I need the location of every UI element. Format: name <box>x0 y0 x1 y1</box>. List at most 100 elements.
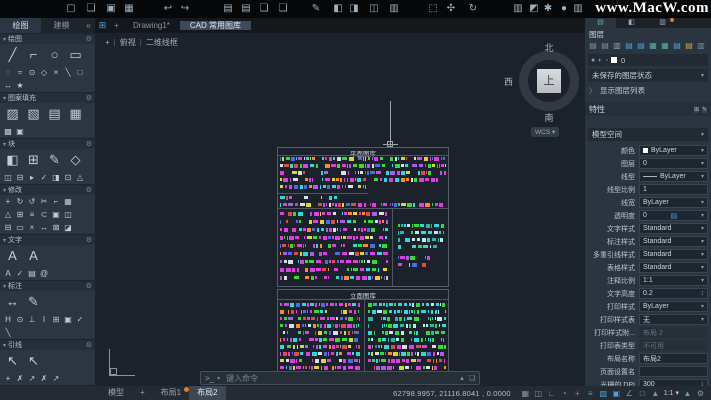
viewport-control-1[interactable]: + <box>105 38 110 47</box>
property-value[interactable]: 1 <box>639 184 708 195</box>
revcloud-tool-icon[interactable]: ★ <box>14 79 26 92</box>
section-header-绘图[interactable]: ▾绘图⚙ <box>0 33 95 44</box>
collect-leader-icon[interactable]: ✗ <box>38 372 50 385</box>
chevron-down-icon[interactable]: ▾ <box>701 160 704 167</box>
layout-tab-布局1[interactable]: 布局1 <box>153 386 189 400</box>
xref-attach-icon[interactable]: ◨ <box>346 1 362 17</box>
hatch-pattern-icon[interactable]: ▧ <box>23 103 44 125</box>
ortho-icon[interactable]: ∟ <box>545 389 558 398</box>
text-align-icon[interactable]: ▤ <box>26 267 38 280</box>
left-panel-tab-1[interactable]: 绘图 <box>0 18 41 33</box>
hatch-settings-icon[interactable]: ▣ <box>14 125 26 138</box>
overkill-tool-icon[interactable]: ◪ <box>62 221 74 234</box>
show-layer-list-row[interactable]: 〉显示图层列表 <box>589 85 645 96</box>
single-text-tool-icon[interactable]: A <box>23 245 44 267</box>
space-selector-dropdown[interactable]: 模型空间 ▾ <box>588 128 708 141</box>
point-tool-icon[interactable]: × <box>50 66 62 79</box>
property-value[interactable] <box>639 366 708 377</box>
zoom-window-icon[interactable]: ⬚ <box>425 1 441 17</box>
chevron-down-icon[interactable]: ▾ <box>701 277 704 284</box>
undo-icon[interactable]: ↩ <box>160 1 176 17</box>
insert-block-icon[interactable]: ◧ <box>330 1 346 17</box>
chevron-down-icon[interactable]: ▾ <box>701 225 704 232</box>
multileader-tool-icon[interactable]: ↖ <box>2 350 23 372</box>
delete-layer-icon[interactable]: ▤ <box>599 40 611 52</box>
layer-color-swatch[interactable] <box>611 57 617 63</box>
mirror-tool-icon[interactable]: ↺ <box>26 195 38 208</box>
chevron-down-icon[interactable]: ▾ <box>701 264 704 271</box>
section-header-修改[interactable]: ▾修改⚙ <box>0 184 95 195</box>
view-cube[interactable]: 北 南 西 东 上 WCS ▾ <box>511 43 585 143</box>
orbit-icon[interactable]: ↻ <box>465 1 481 17</box>
tolerance-icon[interactable]: ✓ <box>74 313 86 326</box>
viewcube-south-label[interactable]: 南 <box>511 111 585 124</box>
layer-thaw-icon[interactable]: ▦ <box>659 40 671 52</box>
property-value[interactable]: 0.2↕ <box>639 288 708 299</box>
property-value[interactable]: 0▾ <box>639 158 708 169</box>
extend-tool-icon[interactable]: ⊂ <box>38 208 50 221</box>
left-panel-tab-2[interactable]: 建模 <box>41 18 82 33</box>
chevron-down-icon[interactable]: ▾ <box>701 212 704 219</box>
gear-icon[interactable]: ⚙ <box>86 35 92 43</box>
viewcube-west-label[interactable]: 西 <box>504 75 513 88</box>
block-insert-icon[interactable]: ▸ <box>26 171 38 184</box>
array-tool-icon[interactable]: ▦ <box>62 195 74 208</box>
align-leader-icon[interactable]: ↗ <box>26 372 38 385</box>
hatch-tool-icon[interactable]: ▨ <box>2 103 23 125</box>
xline-tool-icon[interactable]: ↔ <box>2 79 14 92</box>
angular-dim-icon[interactable]: I <box>38 313 50 326</box>
viewport-control-2[interactable]: 俯视 <box>120 38 136 47</box>
block-edit-tool-icon[interactable]: ✎ <box>44 149 65 171</box>
file-tab-2[interactable]: CAD 常用图库 <box>180 21 251 30</box>
property-value[interactable]: Standard▾ <box>639 262 708 273</box>
panel-tab-properties-list[interactable]: ▥ <box>647 18 678 28</box>
panel-tab-blocks[interactable]: ◧ <box>616 18 647 28</box>
property-value[interactable]: 1:1▾ <box>639 275 708 286</box>
gear-icon[interactable]: ⚙ <box>86 236 92 244</box>
block-scale-icon[interactable]: △ <box>74 171 86 184</box>
trim-tool-icon[interactable]: ✂ <box>38 195 50 208</box>
viewcube-top-face[interactable]: 上 <box>537 69 561 93</box>
start-tab-icon[interactable]: ⊞ <box>95 18 110 33</box>
customization-icon[interactable]: ⚙ <box>694 389 707 398</box>
match-properties-icon[interactable]: ✎ <box>308 1 324 17</box>
attribute-manage-icon[interactable]: ◨ <box>50 171 62 184</box>
leader-settings-icon[interactable]: ↗ <box>50 372 62 385</box>
explode-tool-icon[interactable]: ◫ <box>62 208 74 221</box>
wcs-dropdown[interactable]: WCS ▾ <box>531 127 559 137</box>
new-drawing-tab-button[interactable]: + <box>110 18 123 33</box>
insert-block-tool-icon[interactable]: ◧ <box>2 149 23 171</box>
redo-icon[interactable]: ↪ <box>177 1 193 17</box>
move-tool-icon[interactable]: + <box>2 195 14 208</box>
circle-tool-icon[interactable]: ○ <box>44 44 65 66</box>
lineweight-icon[interactable]: ≡ <box>584 389 597 398</box>
gear-icon[interactable]: ⚙ <box>86 94 92 102</box>
layer-lock-state-icon[interactable]: ▫ <box>605 57 607 64</box>
file-tab-1[interactable]: Drawing1* <box>123 21 180 30</box>
section-header-文字[interactable]: ▾文字⚙ <box>0 234 95 245</box>
isodraft-icon[interactable]: ∠ <box>623 389 636 398</box>
panel-tab-layers[interactable]: ▤ <box>585 18 616 28</box>
fillet-tool-icon[interactable]: ⌐ <box>50 195 62 208</box>
donut-tool-icon[interactable]: ⊙ <box>26 66 38 79</box>
command-history-icon[interactable]: ▴ <box>460 374 464 382</box>
chevron-down-icon[interactable]: ▾ <box>701 251 704 258</box>
property-value[interactable]: Standard▾ <box>639 249 708 260</box>
open-file-icon[interactable]: ❏ <box>83 1 99 17</box>
gear-icon[interactable]: ⚙ <box>86 186 92 194</box>
baseline-dim-icon[interactable]: H <box>2 313 14 326</box>
section-header-块[interactable]: ▾块⚙ <box>0 138 95 149</box>
join-tool-icon[interactable]: ⊠ <box>50 221 62 234</box>
viewport-control-3[interactable]: 二维线框 <box>146 38 178 47</box>
quick-dim-tool-icon[interactable]: ✎ <box>23 291 44 313</box>
remove-leader-icon[interactable]: ✗ <box>14 372 26 385</box>
transparency-icon[interactable]: ▤ <box>671 212 678 220</box>
print-icon[interactable]: ▤ <box>220 1 236 17</box>
layout-tab-+[interactable]: + <box>132 386 153 400</box>
field-tool-icon[interactable]: @ <box>38 267 50 280</box>
layer-visible-icon[interactable]: ● <box>591 57 595 64</box>
polar-tracking-icon[interactable]: ◔ <box>558 389 571 398</box>
attribute-sync-icon[interactable]: ✓ <box>38 171 50 184</box>
new-layer-icon[interactable]: ▤ <box>587 40 599 52</box>
text-style-icon[interactable]: A <box>2 267 14 280</box>
